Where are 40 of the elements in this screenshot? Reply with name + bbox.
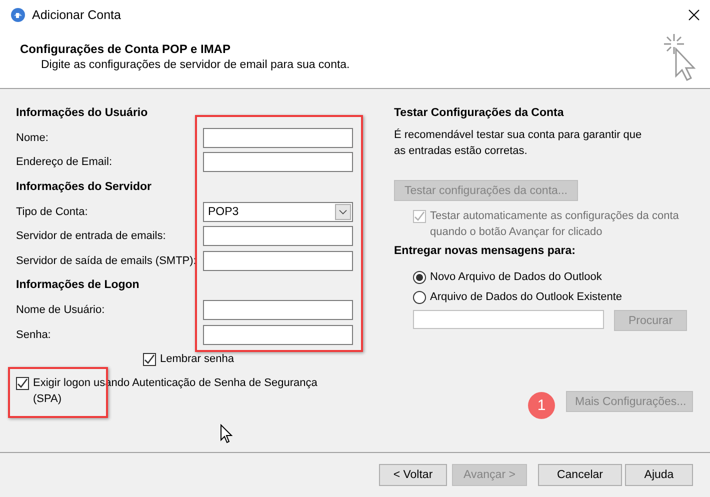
account-type-dropdown[interactable]: POP3 [203,202,353,222]
checkbox[interactable] [143,352,156,366]
radio-label: Novo Arquivo de Dados do Outlook [430,271,602,283]
window-title: Adicionar Conta [32,8,122,22]
header-title: Configurações de Conta POP e IMAP [20,42,232,56]
section-heading: Informações do Usuário [16,107,148,120]
input-field[interactable] [203,300,353,320]
description-text: É recomendável testar sua conta para garantir que as entradas estão corretas. [394,128,643,159]
checkbox-label: Testar automaticamente as configurações da conta quando o botão Avançar for clicado [430,209,680,240]
close-icon[interactable] [688,9,700,21]
input-field[interactable] [203,226,353,246]
field-label: Endereço de Email: [16,156,113,168]
checkbox[interactable] [16,376,29,390]
section-heading: Informações do Servidor [16,181,152,194]
section-heading: Informações de Logon [16,279,140,292]
footer-button[interactable]: Ajuda [625,464,693,486]
checkbox-label: Lembrar senha [160,352,234,367]
app-icon [10,7,26,23]
radio-button[interactable] [413,290,426,304]
footer-button[interactable]: Cancelar [538,464,622,486]
mouse-pointer-icon [220,424,233,444]
field-label: Servidor de entrada de emails: [16,230,167,242]
footer-button[interactable]: < Voltar [379,464,447,486]
input-field[interactable] [203,324,353,345]
caret-icon [335,204,351,220]
section-heading: Entregar novas mensagens para: [394,245,577,257]
radio-button[interactable] [413,270,426,284]
field-label: Nome de Usuário: [16,304,106,316]
field-label: Tipo de Conta: [16,206,89,218]
section-heading: Testar Configurações da Conta [394,107,565,119]
field-label: Nome: [16,132,50,144]
field-label: Servidor de saída de emails (SMTP): [16,254,198,267]
data-file-path-field[interactable] [413,310,604,329]
field-label: Senha: [16,328,52,341]
radio-label: Arquivo de Dados do Outlook Existente [430,291,622,303]
header-subtitle: Digite as configurações de servidor de email para sua conta. [40,59,351,71]
input-field[interactable] [203,250,353,271]
annotation-badge: 1 [528,392,555,419]
input-field[interactable] [203,128,353,148]
input-field[interactable] [203,152,353,172]
